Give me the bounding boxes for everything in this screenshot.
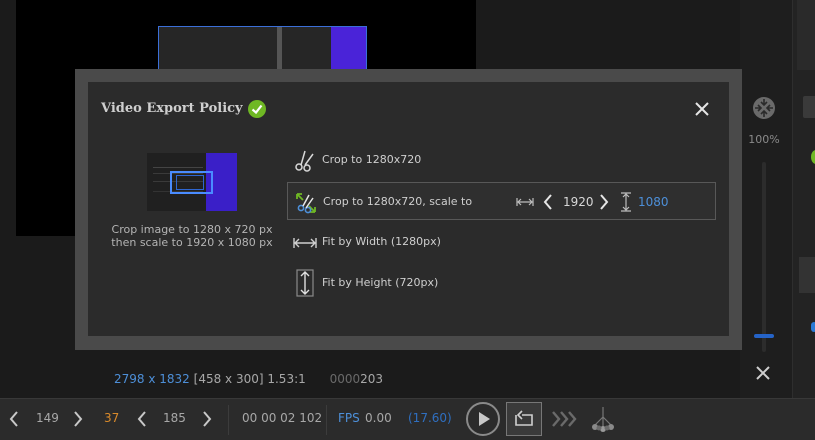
- scale-controls: 1920 1080: [516, 191, 716, 213]
- check-circle-icon: [248, 100, 266, 118]
- scale-height-value[interactable]: 1080: [638, 195, 669, 209]
- option-label: Fit by Width (1280px): [322, 235, 441, 248]
- side-panel: [792, 0, 815, 398]
- scissors-icon: [295, 150, 314, 172]
- option-fit-by-height[interactable]: Fit by Height (720px): [287, 264, 716, 302]
- selection-size: [458 x 300] 1.53:1: [193, 372, 306, 386]
- close-icon[interactable]: [693, 100, 711, 118]
- option-crop-and-scale[interactable]: Crop to 1280x720, scale to 1920 1080: [287, 182, 716, 220]
- playback-bar: 149 37 185 00 00 02 102 FPS 0.00 (17.60): [0, 398, 815, 440]
- play-button[interactable]: [466, 402, 500, 436]
- current-frame-value: 37: [104, 411, 120, 425]
- close-panel-icon[interactable]: [754, 364, 772, 382]
- timecode: 00 00 02 102: [242, 411, 323, 425]
- image-dimensions: 2798 x 1832: [114, 372, 190, 386]
- frame-code-prefix: 0000: [329, 372, 361, 386]
- end-frame-value: 185: [163, 411, 186, 425]
- option-label: Fit by Height (720px): [322, 276, 439, 289]
- fit-width-icon: [293, 238, 317, 248]
- chevron-right-icon[interactable]: [70, 408, 86, 430]
- video-export-policy-dialog: Video Export Policy Crop image to 1280 x…: [88, 82, 729, 336]
- option-crop[interactable]: Crop to 1280x720: [287, 141, 716, 179]
- chevron-left-icon[interactable]: [134, 408, 150, 430]
- play-icon: [479, 412, 490, 426]
- scale-width-value[interactable]: 1920: [563, 195, 594, 209]
- option-fit-by-width[interactable]: Fit by Width (1280px): [287, 223, 716, 261]
- chevron-left-icon[interactable]: [6, 408, 22, 430]
- height-arrows-icon: [621, 192, 631, 212]
- fps-target: (17.60): [408, 411, 452, 425]
- export-preview-thumbnail: [147, 153, 237, 211]
- start-frame-value: 149: [36, 411, 59, 425]
- zoom-slider-track[interactable]: [762, 162, 766, 352]
- zoom-level: 100%: [748, 133, 780, 146]
- zoom-slider-handle[interactable]: [754, 334, 774, 338]
- fit-height-icon: [296, 269, 314, 297]
- loop-button[interactable]: [506, 402, 542, 436]
- fast-forward-icon[interactable]: [550, 408, 578, 430]
- loop-icon: [515, 410, 533, 426]
- fit-to-window-icon[interactable]: [752, 96, 776, 120]
- right-toolbar: [740, 0, 792, 398]
- option-label: Crop to 1280x720: [322, 153, 422, 166]
- fps-label: FPS: [338, 411, 360, 425]
- increase-width-button[interactable]: [598, 193, 610, 211]
- width-arrows-icon: [516, 198, 534, 206]
- option-label: Crop to 1280x720, scale to: [323, 195, 473, 208]
- dialog-title: Video Export Policy: [101, 101, 243, 116]
- fps-value: 0.00: [365, 411, 392, 425]
- frame-code-value: 203: [360, 372, 384, 386]
- crop-description: Crop image to 1280 x 720 px then scale t…: [111, 223, 273, 249]
- onion-skin-icon[interactable]: [590, 405, 616, 433]
- chevron-right-icon[interactable]: [199, 408, 215, 430]
- scissors-scale-icon: [296, 193, 316, 214]
- decrease-width-button[interactable]: [542, 193, 554, 211]
- image-status: 2798 x 1832 [458 x 300] 1.53:1 0000203: [114, 372, 383, 386]
